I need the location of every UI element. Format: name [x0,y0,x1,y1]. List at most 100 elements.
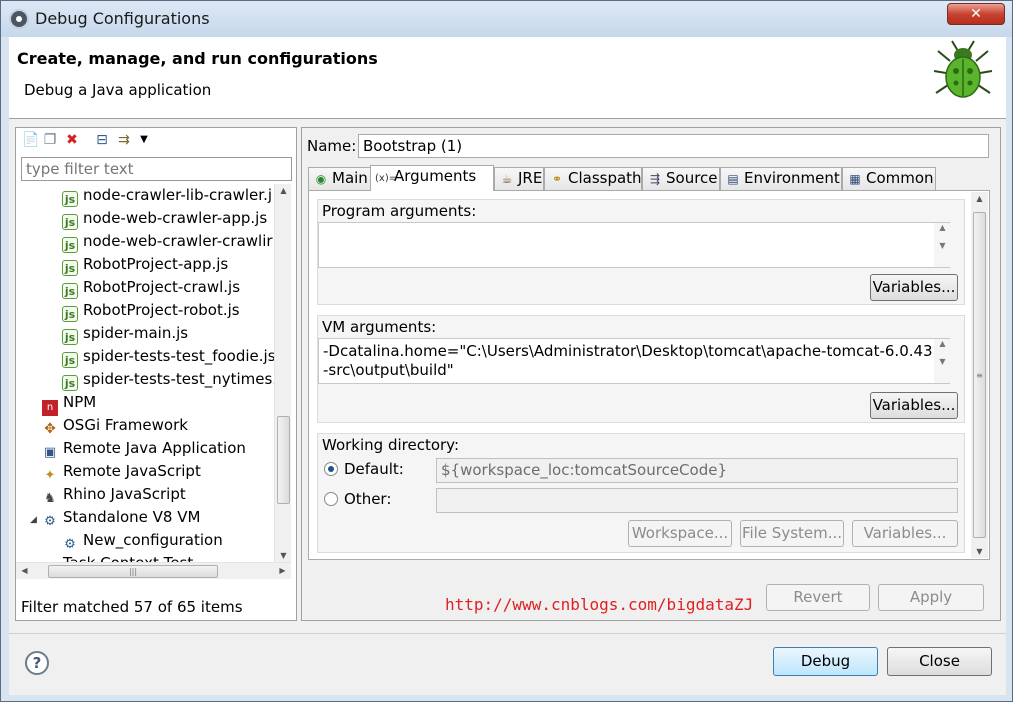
filter-config-icon[interactable]: ⇉ [116,132,132,148]
program-arguments-input[interactable] [318,222,950,268]
other-label: Other: [344,490,392,508]
environment-icon: ▤ [727,172,739,186]
vm-arguments-group: VM arguments: -Dcatalina.home="C:\Users\… [317,315,965,423]
tree-item[interactable]: ⚙ New_configuration [62,529,223,552]
node-icon: js [62,260,78,276]
scroll-right-icon[interactable]: ▶ [274,566,291,575]
tree-item[interactable]: ◢ ⚙ Standalone V8 VM [30,506,200,531]
working-directory-label: Working directory: [322,436,460,454]
tree-item[interactable]: js RobotProject-app.js [62,253,228,276]
source-icon: ⇶ [649,172,661,186]
debug-button[interactable]: Debug [773,647,878,676]
program-arguments-group: Program arguments: ▲ ▼ Variables... [317,199,965,305]
tab-main[interactable]: ◉ Main [308,167,372,190]
tree-item[interactable]: n NPM [42,391,96,416]
vm-arguments-label: VM arguments: [322,318,437,336]
eclipse-icon [9,9,29,29]
working-directory-group: Working directory: Default: ${workspace_… [317,433,965,553]
delete-config-icon[interactable]: ✖ [64,132,80,148]
close-button[interactable]: Close [887,647,992,676]
name-input[interactable] [358,134,989,158]
file-system-button[interactable]: File System... [740,520,844,547]
configuration-tree: js node-crawler-lib-crawler.j js node-web-… [16,184,274,562]
vm-arguments-input[interactable]: -Dcatalina.home="C:\Users\Administrator\… [318,338,950,384]
duplicate-config-icon[interactable]: ❐ [42,132,58,148]
config-tabs: ◉ Main (x)=Arguments ☕ JRE ⚭ Classpath ⇶ Sou… [308,165,990,191]
scroll-left-icon[interactable]: ◀ [16,566,33,575]
window-close-button[interactable]: ✕ [947,3,1005,25]
node-icon: js [62,375,78,391]
revert-button[interactable]: Revert [766,584,870,611]
tree-item[interactable]: ✦ Remote JavaScript [42,460,201,483]
collapse-all-icon[interactable]: ⊟ [94,132,110,148]
node-icon: js [62,306,78,322]
tree-item[interactable]: js spider-tests-test_foodie.js [62,345,274,368]
tab-jre[interactable]: ☕ JRE [494,167,544,190]
chevron-down-icon[interactable]: ▼ [136,132,152,148]
tree-item[interactable]: js spider-tests-test_nytimes. [62,368,274,391]
tab-source[interactable]: ⇶ Source [642,167,720,190]
tree-item[interactable]: ▣ Remote Java Application [42,437,246,460]
remote-javascript-icon: ✦ [44,468,56,483]
debug-configurations-window: Debug Configurations ✕ Create, manage, a… [0,0,1013,702]
tab-environment[interactable]: ▤ Environment [720,167,842,190]
tree-item[interactable]: ♞ Rhino JavaScript [42,483,186,506]
name-label: Name: [307,137,357,155]
main-icon: ◉ [315,172,327,186]
panel-vertical-scrollbar[interactable]: ▲ ≡ ▼ [971,192,988,558]
node-icon: js [62,214,78,230]
help-icon[interactable]: ? [25,651,49,675]
node-icon: js [62,283,78,299]
node-icon: js [62,352,78,368]
new-config-icon[interactable]: 📄 [22,132,39,148]
textarea-scrollbar[interactable]: ▲ ▼ [934,339,951,383]
workdir-variables-button[interactable]: Variables... [852,520,958,547]
header-title: Create, manage, and run configurations [17,49,378,68]
jre-icon: ☕ [501,172,513,186]
dialog-header: Create, manage, and run configurations D… [9,37,1006,119]
tree-vertical-scrollbar[interactable]: ▲ ▼ [274,184,291,562]
v8-icon: ⚙ [64,537,76,552]
tree-item[interactable]: js RobotProject-crawl.js [62,276,240,299]
default-radio[interactable] [324,462,338,476]
scroll-thumb[interactable]: ≡ [973,212,986,538]
rhino-icon: ♞ [44,491,56,506]
scroll-up-icon[interactable]: ▲ [275,186,292,195]
window-title: Debug Configurations [35,9,210,28]
tree-item[interactable]: js node-web-crawler-app.js [62,207,267,230]
common-icon: ▦ [849,172,861,186]
arguments-icon: (x)= [375,173,398,184]
tab-common[interactable]: ▦ Common [842,167,936,190]
other-directory-input[interactable] [436,488,958,513]
apply-button[interactable]: Apply [878,584,984,611]
remote-java-icon: ▣ [43,445,57,460]
tree-item[interactable]: js spider-main.js [62,322,188,345]
tab-classpath[interactable]: ⚭ Classpath [544,167,642,190]
dialog-client: Create, manage, and run configurations D… [9,37,1006,695]
v8-icon: ⚙ [44,514,56,529]
tree-item[interactable]: js node-web-crawler-crawlir [62,230,273,253]
tree-horizontal-scrollbar[interactable]: ◀ ||| ▶ [16,562,291,579]
other-radio[interactable] [324,492,338,506]
configuration-editor: Name: ◉Main (x)=Arguments ☕JRE ⚭Classpat… [301,127,1001,621]
program-arguments-label: Program arguments: [322,202,477,220]
tree-item[interactable]: js node-crawler-lib-crawler.j [62,184,272,207]
tree-item[interactable]: JuTask Context Test [42,552,193,562]
tab-arguments[interactable]: (x)=Arguments [370,165,494,191]
tree-item[interactable]: ✥ OSGi Framework [42,414,188,437]
node-icon: js [62,329,78,345]
scroll-thumb[interactable]: ||| [48,565,218,578]
vm-variables-button[interactable]: Variables... [870,392,958,419]
workspace-button[interactable]: Workspace... [628,520,732,547]
scroll-up-icon[interactable]: ▲ [971,194,988,203]
expanded-chevron-icon[interactable]: ◢ [30,509,40,531]
tree-item[interactable]: js RobotProject-robot.js [62,299,240,322]
filter-input[interactable] [21,157,292,181]
program-variables-button[interactable]: Variables... [870,274,958,301]
classpath-icon: ⚭ [551,172,563,186]
scroll-down-icon[interactable]: ▼ [275,551,292,560]
title-bar[interactable]: Debug Configurations ✕ [1,1,1012,37]
textarea-scrollbar[interactable]: ▲ ▼ [934,223,951,267]
scroll-down-icon[interactable]: ▼ [971,547,988,556]
scroll-thumb[interactable] [277,416,290,504]
